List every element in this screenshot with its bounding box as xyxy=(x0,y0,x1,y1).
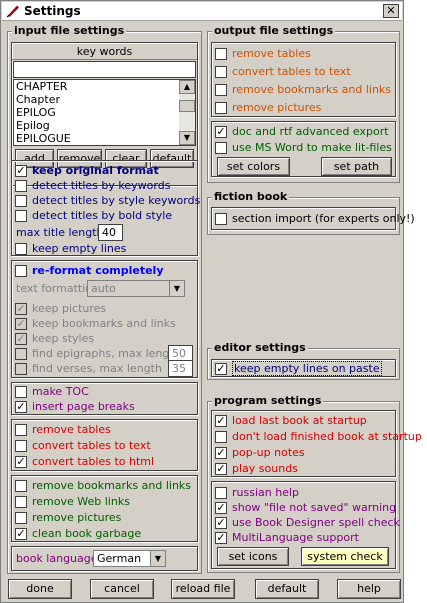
list-item[interactable]: EPILOG xyxy=(14,106,195,119)
book-language-select[interactable]: German ▼ xyxy=(93,550,166,567)
scroll-down-icon[interactable]: ▼ xyxy=(179,131,195,145)
output-remove-tables-checkbox[interactable]: remove tables xyxy=(215,46,311,61)
keywords-header: key words xyxy=(12,43,197,60)
doc-rtf-export-checkbox[interactable]: ✓ doc and rtf advanced export xyxy=(215,124,389,139)
popup-notes-checkbox[interactable]: ✓ pop-up notes xyxy=(215,445,305,460)
file-not-saved-warning-checkbox[interactable]: ✓ show "file not saved" warning xyxy=(215,500,396,515)
convert-tables-html-checkbox[interactable]: ✓ convert tables to html xyxy=(15,454,154,469)
output-remove-bookmarks-checkbox[interactable]: remove bookmarks and links xyxy=(215,82,391,97)
keep-original-checkbox[interactable]: ✓ keep original format xyxy=(15,163,159,178)
set-colors-button[interactable]: set colors xyxy=(217,157,290,176)
reformat-checkbox[interactable]: re-format completely xyxy=(15,263,164,278)
input-file-settings-title: input file settings xyxy=(12,24,127,38)
quill-pen-icon xyxy=(6,5,19,18)
keywords-list[interactable]: CHAPTER Chapter EPILOG Epilog EPILOGUE ▲… xyxy=(13,79,196,146)
make-toc-checkbox[interactable]: make TOC xyxy=(15,384,89,399)
ms-word-lit-checkbox[interactable]: use MS Word to make lit-files xyxy=(215,140,392,155)
keep-bookmarks-links-checkbox[interactable]: ✓ keep bookmarks and links xyxy=(15,316,176,331)
convert-tables-text-checkbox[interactable]: convert tables to text xyxy=(15,438,151,453)
input-remove-pictures-checkbox[interactable]: remove pictures xyxy=(15,510,121,525)
clean-book-garbage-checkbox[interactable]: ✓ clean book garbage xyxy=(15,526,141,541)
russian-help-checkbox[interactable]: russian help xyxy=(215,485,299,500)
fiction-book-panel: section import (for experts only!) xyxy=(211,207,415,230)
multilanguage-checkbox[interactable]: ✓ MultiLanguage support xyxy=(215,530,359,545)
input-tables-panel: remove tables convert tables to text ✓ c… xyxy=(11,419,198,471)
insert-page-breaks-checkbox[interactable]: ✓ insert page breaks xyxy=(15,399,135,414)
keywords-label: key words xyxy=(76,45,133,58)
remove-web-links-checkbox[interactable]: remove Web links xyxy=(15,494,130,509)
keep-original-panel: ✓ keep original format detect titles by … xyxy=(11,160,200,256)
keep-empty-lines-checkbox[interactable]: keep empty lines xyxy=(15,241,126,256)
toc-panel: make TOC ✓ insert page breaks xyxy=(11,382,198,415)
cancel-button[interactable]: cancel xyxy=(90,579,154,599)
max-title-field[interactable]: 40 xyxy=(98,224,123,241)
output-export-panel: ✓ doc and rtf advanced export use MS Wor… xyxy=(211,121,396,177)
settings-window: Settings ✕ input file settings key words… xyxy=(0,0,422,603)
spell-check-checkbox[interactable]: ✓ use Book Designer spell check xyxy=(215,515,400,530)
editor-settings-title: editor settings xyxy=(212,341,308,355)
fiction-book-title: fiction book xyxy=(212,190,290,204)
window-title: Settings xyxy=(24,4,81,18)
title-bar: Settings ✕ xyxy=(2,2,402,21)
editor-settings-panel: ✓ keep empty lines on paste xyxy=(211,359,396,377)
close-button[interactable]: ✕ xyxy=(383,4,399,18)
list-item[interactable]: Epilog xyxy=(14,119,195,132)
play-sounds-checkbox[interactable]: ✓ play sounds xyxy=(215,461,298,476)
book-language-panel: book language German ▼ xyxy=(11,546,198,571)
keyword-input[interactable] xyxy=(13,61,196,78)
input-remove-tables-checkbox[interactable]: remove tables xyxy=(15,422,111,437)
input-file-settings-group: input file settings key words CHAPTER Ch… xyxy=(7,24,202,574)
scroll-thumb[interactable] xyxy=(179,100,195,112)
list-item[interactable]: EPILOGUE xyxy=(14,132,195,145)
program-misc-panel: russian help ✓ show "file not saved" war… xyxy=(211,481,400,569)
program-settings-group: program settings ✓ load last book at sta… xyxy=(207,394,422,573)
output-file-settings-group: output file settings remove tables conve… xyxy=(207,24,400,183)
find-verses-checkbox[interactable]: find verses, max length xyxy=(15,361,162,376)
done-button[interactable]: done xyxy=(8,579,72,599)
system-check-button[interactable]: system check xyxy=(301,547,389,566)
section-import-checkbox[interactable]: section import (for experts only!) xyxy=(215,211,415,226)
keep-styles-checkbox[interactable]: ✓ keep styles xyxy=(15,331,94,346)
scroll-up-icon[interactable]: ▲ xyxy=(179,80,195,94)
detect-bold-checkbox[interactable]: detect titles by bold style xyxy=(15,208,172,223)
max-title-label: max title length xyxy=(16,226,104,239)
reformat-panel: re-format completely text formatting aut… xyxy=(11,260,198,378)
output-remove-panel: remove tables convert tables to text rem… xyxy=(211,42,396,117)
list-item[interactable]: CHAPTER xyxy=(14,80,195,93)
chevron-down-icon: ▼ xyxy=(169,281,184,296)
chevron-down-icon: ▼ xyxy=(150,551,165,566)
detect-style-checkbox[interactable]: detect titles by style keywords xyxy=(15,193,200,208)
program-settings-title: program settings xyxy=(212,394,324,408)
text-formatting-select[interactable]: auto ▼ xyxy=(87,280,185,297)
set-icons-button[interactable]: set icons xyxy=(217,547,289,566)
keep-pictures-checkbox[interactable]: ✓ keep pictures xyxy=(15,301,106,316)
keywords-scrollbar[interactable]: ▲ ▼ xyxy=(179,80,195,145)
help-button[interactable]: help xyxy=(337,579,401,599)
editor-settings-group: editor settings ✓ keep empty lines on pa… xyxy=(207,341,400,380)
program-startup-panel: ✓ load last book at startup don't load f… xyxy=(211,410,422,477)
dont-load-finished-checkbox[interactable]: don't load finished book at startup xyxy=(215,429,422,444)
verses-length-field[interactable]: 35 xyxy=(168,360,193,377)
load-last-book-checkbox[interactable]: ✓ load last book at startup xyxy=(215,413,367,428)
input-remove-bookmarks-checkbox[interactable]: remove bookmarks and links xyxy=(15,478,191,493)
output-file-settings-title: output file settings xyxy=(212,24,336,38)
reload-file-button[interactable]: reload file xyxy=(171,579,235,599)
output-convert-tables-checkbox[interactable]: convert tables to text xyxy=(215,64,351,79)
set-path-button[interactable]: set path xyxy=(321,157,392,176)
default-button[interactable]: default xyxy=(255,579,319,599)
detect-keywords-checkbox[interactable]: detect titles by keywords xyxy=(15,178,170,193)
find-epigraphs-checkbox[interactable]: find epigraphs, max length xyxy=(15,346,181,361)
output-remove-pictures-checkbox[interactable]: remove pictures xyxy=(215,100,321,115)
editor-keep-empty-lines-checkbox[interactable]: ✓ keep empty lines on paste xyxy=(215,361,382,376)
check-icon: ✓ xyxy=(15,163,27,177)
input-cleanup-panel: remove bookmarks and links remove Web li… xyxy=(11,475,198,542)
list-item[interactable]: Chapter xyxy=(14,93,195,106)
fiction-book-group: fiction book section import (for experts… xyxy=(207,190,415,235)
book-language-label: book language xyxy=(16,552,98,565)
close-icon: ✕ xyxy=(386,4,396,17)
